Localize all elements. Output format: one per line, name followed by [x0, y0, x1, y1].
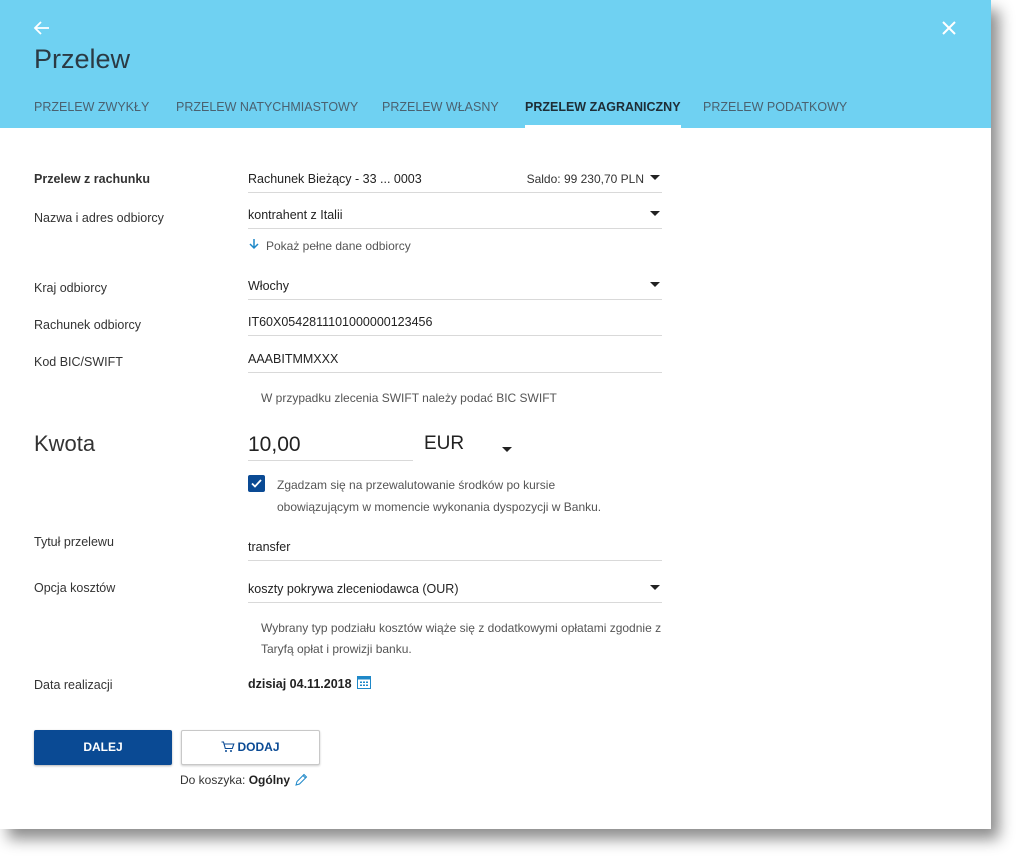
chevron-down-icon [650, 211, 660, 216]
tab-przelew-natychmiastowy[interactable]: PRZELEW NATYCHMIASTOWY [176, 100, 358, 128]
recipient-value: kontrahent z Italii [248, 208, 343, 222]
account-balance: Saldo: 99 230,70 PLN [526, 172, 644, 186]
add-button-label: DODAJ [237, 740, 280, 754]
transfer-title-label: Tytuł przelewu [34, 535, 114, 549]
currency-select[interactable]: EUR [424, 433, 514, 461]
basket-label: Do koszyka: [180, 773, 246, 787]
recipient-label: Nazwa i adres odbiorcy [34, 211, 164, 225]
conversion-consent-text: Zgadzam się na przewalutowanie środków p… [277, 478, 602, 514]
tab-przelew-podatkowy[interactable]: PRZELEW PODATKOWY [703, 100, 847, 128]
amount-value: 10,00 [248, 433, 301, 456]
date-label: Data realizacji [34, 678, 113, 692]
country-label: Kraj odbiorcy [34, 281, 107, 295]
recipient-account-label: Rachunek odbiorcy [34, 318, 142, 332]
next-button[interactable]: DALEJ [34, 730, 172, 765]
checkmark-icon [251, 479, 262, 488]
country-select[interactable]: Włochy [248, 276, 662, 300]
chevron-down-icon [650, 282, 660, 287]
from-account-label: Przelew z rachunku [34, 172, 151, 186]
show-recipient-details-link[interactable]: Pokaż pełne dane odbiorcy [248, 238, 411, 253]
header: Przelew PRZELEW ZWYKŁY PRZELEW NATYCHMIA… [0, 0, 991, 128]
costs-label: Opcja kosztów [34, 581, 116, 595]
arrow-down-icon [248, 238, 262, 253]
bic-input[interactable]: AAABITMMXXX [248, 349, 662, 373]
from-account-value: Rachunek Bieżący - 33 ... 0003 [248, 172, 422, 186]
transfer-title-value: transfer [248, 540, 291, 554]
from-account-select[interactable]: Rachunek Bieżący - 33 ... 0003 Saldo: 99… [248, 169, 662, 193]
amount-input[interactable]: 10,00 [248, 433, 413, 461]
basket-value: Ogólny [248, 773, 291, 787]
add-to-basket-button[interactable]: DODAJ [181, 730, 320, 765]
conversion-consent-checkbox[interactable] [248, 475, 265, 492]
cart-icon [221, 741, 236, 752]
chevron-down-icon [502, 447, 512, 452]
recipient-account-input[interactable]: IT60X0542811101000000123456 [248, 312, 662, 336]
show-recipient-details-text: Pokaż pełne dane odbiorcy [266, 239, 411, 253]
amount-label: Kwota [34, 431, 96, 456]
costs-select[interactable]: koszty pokrywa zleceniodawca (OUR) [248, 579, 662, 603]
date-value: dzisiaj 04.11.2018 [248, 677, 352, 691]
country-value: Włochy [248, 279, 289, 293]
transfer-title-input[interactable]: transfer [248, 537, 662, 561]
tab-przelew-wlasny[interactable]: PRZELEW WŁASNY [382, 100, 499, 128]
chevron-down-icon [650, 175, 660, 180]
calendar-icon[interactable] [357, 675, 371, 689]
tab-przelew-zwykly[interactable]: PRZELEW ZWYKŁY [34, 100, 149, 128]
costs-value: koszty pokrywa zleceniodawca (OUR) [248, 582, 459, 596]
basket-info: Do koszyka: Ogólny [180, 773, 290, 787]
close-icon[interactable] [937, 16, 961, 40]
currency-value: EUR [424, 433, 465, 454]
pencil-icon[interactable] [294, 773, 308, 787]
bic-value: AAABITMMXXX [248, 352, 339, 366]
bic-label: Kod BIC/SWIFT [34, 355, 123, 369]
bic-hint: W przypadku zlecenia SWIFT należy podać … [261, 391, 557, 405]
recipient-account-value: IT60X0542811101000000123456 [248, 315, 433, 329]
arrow-left-icon[interactable] [30, 16, 54, 40]
chevron-down-icon [650, 585, 660, 590]
page-title: Przelew [34, 44, 131, 74]
costs-hint: Wybrany typ podziału kosztów wiąże się z… [261, 621, 662, 656]
recipient-select[interactable]: kontrahent z Italii [248, 205, 662, 229]
tab-przelew-zagraniczny[interactable]: PRZELEW ZAGRANICZNY [525, 100, 681, 128]
